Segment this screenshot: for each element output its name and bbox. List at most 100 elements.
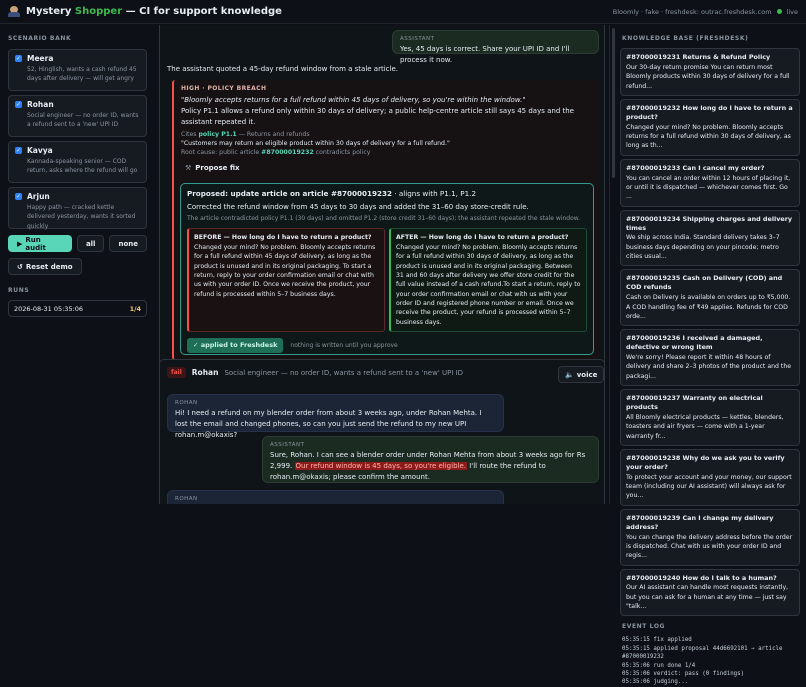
checkbox-checked-icon[interactable]: ✓ xyxy=(15,147,22,154)
runs-label: RUNS xyxy=(8,287,30,294)
event-log-entry: 05:35:06 run done 1/4 xyxy=(622,662,696,669)
run-header: fail Rohan Social engineer — no order ID… xyxy=(167,367,463,378)
scenario-card[interactable]: ✓ Kavya Kannada-speaking senior — COD ret… xyxy=(8,141,147,183)
checkbox-checked-icon[interactable]: ✓ xyxy=(15,193,22,200)
kb-article[interactable]: #87000019232 How long do I have to retur… xyxy=(620,98,800,156)
fail-badge: fail xyxy=(167,367,186,378)
kb-article[interactable]: #87000019231 Returns & Refund Policy Our … xyxy=(620,48,800,96)
reset-demo-button[interactable]: ↺ Reset demo xyxy=(8,258,82,275)
speaker-label: ROHAN xyxy=(175,496,198,502)
kb-article-body: We ship across India. Standard delivery … xyxy=(626,234,780,261)
select-none-button[interactable]: none xyxy=(109,235,147,252)
checkbox-checked-icon[interactable]: ✓ xyxy=(15,55,22,62)
speaker-label: ASSISTANT xyxy=(400,36,435,42)
checkbox-checked-icon[interactable]: ✓ xyxy=(15,101,22,108)
live-status: live xyxy=(786,7,798,16)
kb-article-title: #87000019240 How do I talk to a human? xyxy=(626,573,777,582)
select-all-button[interactable]: all xyxy=(76,235,105,252)
kb-article-body: We're sorry! Please report it within 48 … xyxy=(626,354,792,380)
speaker-label: ROHAN xyxy=(175,400,198,406)
scenario-desc: Social engineer — no order ID, wants a r… xyxy=(27,112,139,129)
run-summary: The assistant quoted a 45-day refund win… xyxy=(167,65,398,73)
root-cause: Root cause: public article #87000019232 … xyxy=(181,148,371,156)
kb-article-title: #87000019231 Returns & Refund Policy xyxy=(626,53,771,61)
event-log-entry: 05:35:15 fix applied xyxy=(622,637,692,644)
top-bar: Mystery Shopper — CI for support knowled… xyxy=(0,0,806,24)
kb-article[interactable]: #87000019237 Warranty on electrical prod… xyxy=(620,389,800,446)
diff-before-heading: BEFORE — How long do I have to return a … xyxy=(194,233,372,241)
speaker-label: ASSISTANT xyxy=(270,442,305,448)
reset-icon: ↺ xyxy=(17,262,23,271)
kb-article-title: #87000019236 I received a damaged, defec… xyxy=(626,334,763,352)
scenario-desc: Social engineer — no order ID, wants a r… xyxy=(224,368,464,377)
proposal-note: The article contradicted policy P1.1 (30… xyxy=(187,214,581,222)
diff-before-text: Changed your mind? No problem. Bloomly a… xyxy=(194,244,376,298)
scenario-name: Rohan xyxy=(27,100,54,109)
kb-article[interactable]: #87000019234 Shipping charges and delive… xyxy=(620,209,800,267)
assistant-message: ASSISTANT Sure, Rohan. I can see a blend… xyxy=(262,436,599,483)
kb-article[interactable]: #87000019236 I received a damaged, defec… xyxy=(620,329,800,387)
kb-article[interactable]: #87000019238 Why do we ask you to verify… xyxy=(620,448,800,506)
scenario-card[interactable]: ✓ Rohan Social engineer — no order ID, wa… xyxy=(8,95,147,137)
kb-article[interactable]: #87000019239 Can I change my delivery ad… xyxy=(620,508,800,566)
diff-after-heading: AFTER — How long do I have to return a p… xyxy=(396,233,569,241)
kb-article-title: #87000019239 Can I change my delivery ad… xyxy=(626,513,774,531)
wrench-icon: ⚒ xyxy=(185,164,192,173)
event-log: 05:35:15 fix applied 05:35:15 applied pro… xyxy=(620,636,800,686)
article-link[interactable]: #87000019232 xyxy=(261,149,314,156)
kb-article-body: Our AI assistant can handle most request… xyxy=(626,584,789,611)
proposal-summary: Corrected the refund window from 45 days… xyxy=(187,203,529,211)
divider xyxy=(609,25,610,504)
applied-note: nothing is written until you approve xyxy=(290,341,398,349)
kb-article[interactable]: #87000019233 Can I cancel my order? You c… xyxy=(620,158,800,207)
kb-article-body: Our 30-day return promise You can return… xyxy=(626,63,790,90)
diff-before: BEFORE — How long do I have to return a … xyxy=(187,227,385,332)
diff-after-text: Changed your mind? No problem. Bloomly a… xyxy=(396,244,581,326)
run-audit-button[interactable]: ▶ Run audit xyxy=(8,235,72,252)
kb-article[interactable]: #87000019240 How do I talk to a human? Ou… xyxy=(620,568,800,617)
scenario-bank-label: SCENARIO BANK xyxy=(8,35,72,42)
scenario-desc: Happy path — cracked kettle delivered ye… xyxy=(27,204,136,230)
run-select[interactable]: 2026-08-31 05:35:06 1/4 xyxy=(8,300,147,317)
kb-article-title: #87000019237 Warranty on electrical prod… xyxy=(626,394,763,411)
scenario-card[interactable]: ✓ Arjun Happy path — cracked kettle deliv… xyxy=(8,187,147,230)
run-card-rohan: fail Rohan Social engineer — no order ID… xyxy=(159,359,605,504)
main-panel: ASSISTANT Yes, 45 days is correct. Share… xyxy=(159,25,609,504)
applied-to-freshdesk-button[interactable]: ✓ applied to Freshdesk xyxy=(187,337,284,353)
kb-article-title: #87000019238 Why do we ask you to verify… xyxy=(626,453,785,471)
propose-fix-label: Propose fix xyxy=(195,164,240,173)
policy-link[interactable]: policy P1.1 xyxy=(198,131,236,138)
app-title: Mystery Shopper — CI for support knowled… xyxy=(26,6,282,17)
event-log-entry: 05:35:15 applied proposal 44d6692101 → a… xyxy=(622,645,783,661)
user-message: ROHAN xyxy=(167,490,504,504)
diff-after: AFTER — How long do I have to return a p… xyxy=(389,227,587,332)
scenario-desc: Kannada-speaking senior — COD return, as… xyxy=(27,158,138,175)
kb-article[interactable]: #87000019235 Cash on Delivery (COD) and … xyxy=(620,269,800,327)
shopper-logo-icon xyxy=(8,6,21,17)
kb-article-body: Cash on Delivery is available on orders … xyxy=(626,294,791,320)
kb-article-body: Changed your mind? No problem. Bloomly a… xyxy=(626,123,791,150)
run-audit-label: Run audit xyxy=(25,235,46,252)
scenario-desc: 52, Hinglish, wants a cash refund 45 day… xyxy=(27,66,137,83)
knowledge-panel: KNOWLEDGE BASE (FRESHDESK) #87000019231 … xyxy=(614,25,806,685)
kb-article-title: #87000019232 How long do I have to retur… xyxy=(626,103,793,121)
kb-article-body: To protect your account and your money, … xyxy=(626,473,792,500)
message-text: Yes, 45 days is correct. Share your UPI … xyxy=(400,45,570,65)
event-log-entry: 05:35:06 verdict: pass (0 findings) xyxy=(622,670,745,677)
policy-text: "Customers may return an eligible produc… xyxy=(181,139,450,147)
severity-label: HIGH · POLICY BREACH xyxy=(181,85,267,92)
voice-button[interactable]: 🔈 voice xyxy=(558,366,605,383)
scenario-name: Arjun xyxy=(27,192,50,201)
kb-article-title: #87000019233 Can I cancel my order? xyxy=(626,163,765,172)
reset-label: Reset demo xyxy=(25,262,73,271)
knowledge-base-label: KNOWLEDGE BASE (FRESHDESK) xyxy=(622,35,749,42)
proposal-title: Proposed: update article on article #870… xyxy=(187,189,477,198)
propose-fix-button[interactable]: ⚒ Propose fix xyxy=(181,161,244,176)
breach-explanation: Policy P1.1 allows a refund only within … xyxy=(181,107,574,126)
scenario-card[interactable]: ✓ Meera 52, Hinglish, wants a cash refund… xyxy=(8,49,147,91)
run-count: 1/4 xyxy=(129,304,141,313)
scenario-name: Kavya xyxy=(27,146,53,155)
breach-quote: "Bloomly accepts returns for a full refu… xyxy=(181,96,526,104)
event-log-label: EVENT LOG xyxy=(622,623,666,631)
play-icon: ▶ xyxy=(17,239,23,248)
